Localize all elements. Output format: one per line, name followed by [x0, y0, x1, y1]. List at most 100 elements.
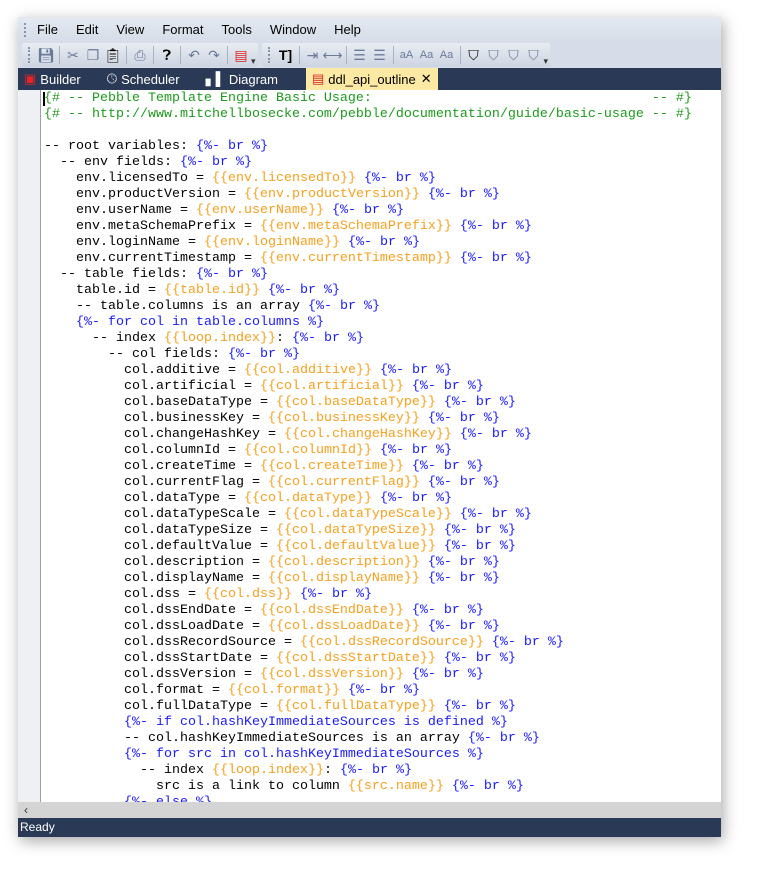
save-icon[interactable]: 💾︎: [36, 45, 56, 65]
toolbar-overflow-icon[interactable]: ▾: [251, 56, 256, 67]
toolbar-grip[interactable]: [267, 47, 272, 63]
tag-token: {%- br %}: [443, 539, 516, 554]
indent-icon[interactable]: ⇥: [303, 45, 323, 65]
code-line: -- root variables: {%- br %}: [44, 139, 692, 155]
variable-token: {{col.baseDataType}}: [275, 395, 436, 410]
menu-tools[interactable]: Tools: [221, 22, 251, 37]
toolbar-group-standard: 💾︎ ✂ ❐ 📋︎ ⎙ ❓︎ ↶ ↷ ▤ ▾: [22, 43, 258, 67]
horizontal-scrollbar[interactable]: ‹: [18, 802, 721, 818]
document-tabs: ▣ Builder 🕓︎ Scheduler ▖▌ Diagram ▤ ddl_api_…: [18, 68, 721, 90]
undo-icon[interactable]: ↶: [184, 45, 204, 65]
copy-icon[interactable]: ❐: [83, 45, 103, 65]
bookmark-next-icon[interactable]: ⛉: [484, 45, 504, 65]
variable-token: {{col.dssRecordSource}}: [299, 635, 484, 650]
document-icon[interactable]: ▤: [231, 45, 251, 65]
menu-window[interactable]: Window: [270, 22, 316, 37]
tag-token: {%- br %}: [427, 555, 500, 570]
tab-scheduler[interactable]: 🕓︎ Scheduler: [101, 68, 186, 90]
toolbar-overflow-icon[interactable]: ▾: [544, 56, 549, 67]
code-line: env.loginName = {{env.loginName}} {%- br…: [44, 235, 692, 251]
code-line: col.dataTypeScale = {{col.dataTypeScale}…: [44, 507, 692, 523]
text-token: -- index: [44, 331, 164, 346]
expand-icon[interactable]: ⟷: [323, 45, 343, 65]
variable-token: {{col.dssVersion}}: [259, 667, 404, 682]
redo-icon[interactable]: ↷: [204, 45, 224, 65]
text-token: -- col.hashKeyImmediateSources is an arr…: [44, 731, 468, 746]
bookmark-clear-icon[interactable]: ⛉: [524, 45, 544, 65]
menu-edit[interactable]: Edit: [76, 22, 98, 37]
text-token: col.baseDataType =: [44, 395, 276, 410]
align-left-icon[interactable]: ☰: [370, 45, 390, 65]
variable-token: {{col.displayName}}: [267, 571, 420, 586]
tag-token: {%- br %}: [427, 411, 500, 426]
variable-token: {{table.id}}: [163, 283, 260, 298]
code-line: col.dssStartDate = {{col.dssStartDate}} …: [44, 651, 692, 667]
scroll-left-icon[interactable]: ‹: [18, 802, 34, 818]
code-content[interactable]: {# -- Pebble Template Engine Basic Usage…: [44, 91, 692, 802]
tag-token: {%- for col in table.columns %}: [44, 315, 324, 330]
variable-token: {{env.metaSchemaPrefix}}: [259, 219, 452, 234]
lowercase-icon[interactable]: aA: [397, 45, 417, 65]
code-line: env.productVersion = {{env.productVersio…: [44, 187, 692, 203]
code-editor[interactable]: {# -- Pebble Template Engine Basic Usage…: [18, 90, 721, 802]
cut-icon[interactable]: ✂: [63, 45, 83, 65]
paste-icon[interactable]: 📋︎: [103, 45, 123, 65]
text-token: env.metaSchemaPrefix =: [44, 219, 260, 234]
text-token: col.changeHashKey =: [44, 427, 284, 442]
text-token: env.productVersion =: [44, 187, 244, 202]
text-token: col.dataTypeScale =: [44, 507, 284, 522]
text-token: col.dssEndDate =: [44, 603, 260, 618]
uppercase-icon[interactable]: Aa: [417, 45, 437, 65]
close-tab-icon[interactable]: ✕: [421, 71, 432, 87]
tag-token: {%- br %}: [443, 699, 516, 714]
variable-token: {{col.description}}: [267, 555, 420, 570]
bookmark-prev-icon[interactable]: ⛉: [504, 45, 524, 65]
menu-format[interactable]: Format: [162, 22, 203, 37]
menu-file[interactable]: File: [37, 22, 58, 37]
variable-token: {{col.dssEndDate}}: [259, 603, 404, 618]
code-line: -- index {{loop.index}}: {%- br %}: [44, 331, 692, 347]
align-right-icon[interactable]: ☰: [350, 45, 370, 65]
menu-grip[interactable]: [24, 22, 29, 37]
toolbar-grip[interactable]: [28, 47, 32, 63]
code-line: -- col.hashKeyImmediateSources is an arr…: [44, 731, 692, 747]
titlecase-icon[interactable]: Aa: [437, 45, 457, 65]
code-line: env.metaSchemaPrefix = {{env.metaSchemaP…: [44, 219, 692, 235]
tab-diagram[interactable]: ▖▌ Diagram: [200, 68, 284, 90]
code-line: src is a link to column {{src.name}} {%-…: [44, 779, 692, 795]
text-cursor-icon[interactable]: T]: [276, 45, 296, 65]
code-line: col.changeHashKey = {{col.changeHashKey}…: [44, 427, 692, 443]
tab-ddl-api-outline[interactable]: ▤ ddl_api_outline ✕: [305, 68, 438, 90]
variable-token: {{env.currentTimestamp}}: [259, 251, 452, 266]
code-line: col.columnId = {{col.columnId}} {%- br %…: [44, 443, 692, 459]
code-line: col.fullDataType = {{col.fullDataType}} …: [44, 699, 692, 715]
help-icon[interactable]: ❓︎: [157, 45, 177, 65]
tag-token: {%- br %}: [427, 571, 500, 586]
variable-token: {{col.fullDataType}}: [275, 699, 436, 714]
separator: [180, 46, 181, 64]
menu-view[interactable]: View: [116, 22, 144, 37]
tag-token: {%- br %}: [363, 171, 436, 186]
tab-builder[interactable]: ▣ Builder: [18, 68, 87, 90]
variable-token: {{col.defaultValue}}: [275, 539, 436, 554]
variable-token: {{env.licensedTo}}: [211, 171, 356, 186]
print-icon[interactable]: ⎙: [130, 45, 150, 65]
menu-help[interactable]: Help: [334, 22, 361, 37]
separator: [345, 46, 347, 64]
bookmark-icon[interactable]: ⛉: [464, 45, 484, 65]
code-line: -- col fields: {%- br %}: [44, 347, 692, 363]
code-line: col.currentFlag = {{col.currentFlag}} {%…: [44, 475, 692, 491]
tag-token: {%- br %}: [443, 523, 516, 538]
